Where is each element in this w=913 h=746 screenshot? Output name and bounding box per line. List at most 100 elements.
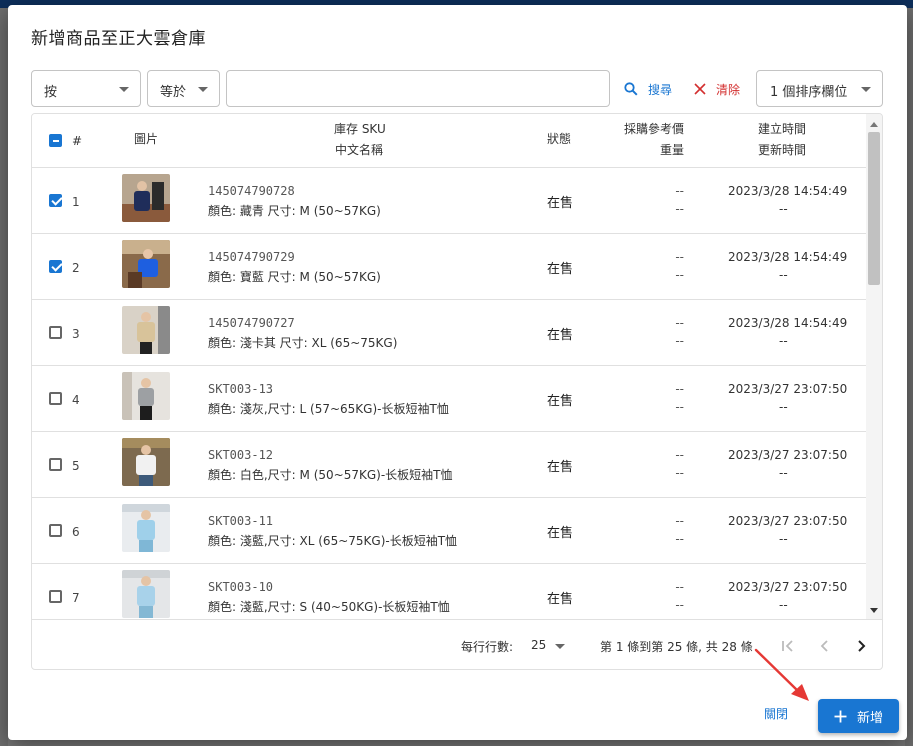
row-updated: -- [779, 268, 788, 282]
row-name: 顏色: 白色,尺寸: M (50~57KG)-长板短袖T恤 [208, 468, 453, 482]
close-button[interactable]: 關閉 [764, 705, 788, 722]
clear-button-label: 清除 [716, 82, 741, 97]
row-checkbox[interactable] [49, 260, 62, 273]
filter-column-value: 按 [44, 85, 58, 100]
row-number: 7 [72, 591, 80, 605]
plus-icon [834, 710, 847, 722]
chevron-down-icon [198, 87, 208, 92]
row-updated: -- [779, 466, 788, 480]
row-price: -- [675, 184, 684, 198]
chevron-right-icon [858, 640, 866, 652]
product-image [122, 174, 170, 222]
product-image [122, 570, 170, 618]
row-weight: -- [675, 400, 684, 414]
row-weight: -- [675, 268, 684, 282]
annotation-arrow-icon [754, 648, 809, 701]
select-all-checkbox[interactable] [49, 134, 62, 147]
table-row[interactable]: 3 145074790727 顏色: 淺卡其 尺寸: XL (65~75KG) … [32, 300, 866, 366]
row-checkbox[interactable] [49, 524, 62, 537]
row-sku: SKT003-13 [208, 382, 274, 396]
product-table-card: # 圖片 庫存 SKU 中文名稱 狀態 採購參考價 重量 建立時間 更新時間 1… [31, 113, 883, 670]
row-name: 顏色: 淺藍,尺寸: S (40~50KG)-长板短袖T恤 [208, 600, 450, 614]
row-number: 4 [72, 393, 80, 407]
row-name: 顏色: 淺灰,尺寸: L (57~65KG)-长板短袖T恤 [208, 402, 449, 416]
row-updated: -- [779, 400, 788, 414]
row-sku: SKT003-12 [208, 448, 274, 462]
row-number: 6 [72, 525, 80, 539]
search-button-label: 搜尋 [648, 82, 673, 97]
header-price[interactable]: 採購參考價 [624, 119, 684, 140]
product-image [122, 372, 170, 420]
add-button[interactable]: 新增 [818, 699, 899, 733]
product-image [122, 504, 170, 552]
header-name[interactable]: 中文名稱 [335, 140, 383, 161]
header-image: 圖片 [134, 132, 159, 146]
row-weight: -- [675, 598, 684, 612]
row-price: -- [675, 250, 684, 264]
row-sku: SKT003-11 [208, 514, 274, 528]
table-row[interactable]: 6 SKT003-11 顏色: 淺藍,尺寸: XL (65~75KG)-长板短袖… [32, 498, 866, 564]
row-status: 在售 [547, 328, 574, 343]
background-app-left-edge [0, 8, 8, 746]
add-product-dialog: 新增商品至正大雲倉庫 按 等於 搜尋 清除 1 個排序欄位 # 圖片 庫存 SK… [8, 5, 907, 740]
filter-column-select[interactable]: 按 [31, 70, 141, 107]
row-number: 3 [72, 327, 80, 341]
table-scrollbar[interactable] [866, 114, 882, 619]
scroll-down-icon[interactable] [870, 608, 878, 613]
row-price: -- [675, 316, 684, 330]
next-page-button[interactable] [849, 634, 873, 658]
table-row[interactable]: 1 145074790728 顏色: 藏青 尺寸: M (50~57KG) 在售… [32, 168, 866, 234]
row-sku: SKT003-10 [208, 580, 274, 594]
row-checkbox[interactable] [49, 326, 62, 339]
filter-operator-select[interactable]: 等於 [147, 70, 220, 107]
row-updated: -- [779, 598, 788, 612]
row-status: 在售 [547, 262, 574, 277]
scrollbar-thumb[interactable] [868, 132, 880, 285]
table-row[interactable]: 7 SKT003-10 顏色: 淺藍,尺寸: S (40~50KG)-长板短袖T… [32, 564, 866, 619]
row-created: 2023/3/27 23:07:50 [728, 448, 848, 462]
rows-per-page-select[interactable]: 25 [531, 638, 546, 652]
row-created: 2023/3/28 14:54:49 [728, 316, 848, 330]
chevron-left-icon [820, 640, 828, 652]
header-index: # [72, 134, 83, 148]
row-status: 在售 [547, 196, 574, 211]
row-price: -- [675, 382, 684, 396]
filter-value-input[interactable] [226, 70, 610, 107]
header-sku[interactable]: 庫存 SKU [334, 119, 386, 140]
product-image [122, 438, 170, 486]
header-updated[interactable]: 更新時間 [758, 140, 806, 161]
header-created[interactable]: 建立時間 [758, 119, 806, 140]
row-created: 2023/3/27 23:07:50 [728, 580, 848, 594]
row-name: 顏色: 淺藍,尺寸: XL (65~75KG)-长板短袖T恤 [208, 534, 458, 548]
table-row[interactable]: 2 145074790729 顏色: 寶藍 尺寸: M (50~57KG) 在售… [32, 234, 866, 300]
row-checkbox[interactable] [49, 590, 62, 603]
table-row[interactable]: 5 SKT003-12 顏色: 白色,尺寸: M (50~57KG)-长板短袖T… [32, 432, 866, 498]
row-name: 顏色: 寶藍 尺寸: M (50~57KG) [208, 270, 381, 284]
pagination-range: 第 1 條到第 25 條, 共 28 條 [600, 640, 753, 654]
row-checkbox[interactable] [49, 458, 62, 471]
row-sku: 145074790727 [208, 316, 295, 330]
clear-button[interactable]: 清除 [694, 79, 740, 99]
close-icon [694, 83, 706, 95]
row-created: 2023/3/28 14:54:49 [728, 184, 848, 198]
table-row[interactable]: 4 SKT003-13 顏色: 淺灰,尺寸: L (57~65KG)-长板短袖T… [32, 366, 866, 432]
scroll-up-icon[interactable] [870, 122, 878, 127]
rows-per-page-label: 每行行數: [461, 640, 514, 654]
chevron-down-icon[interactable] [555, 644, 565, 649]
header-status[interactable]: 狀態 [547, 129, 571, 150]
header-weight[interactable]: 重量 [660, 140, 684, 161]
product-image [122, 240, 170, 288]
sort-fields-select[interactable]: 1 個排序欄位 [756, 70, 883, 107]
row-checkbox[interactable] [49, 392, 62, 405]
search-button[interactable]: 搜尋 [624, 79, 672, 99]
row-status: 在售 [547, 394, 574, 409]
chevron-down-icon [119, 87, 129, 92]
search-icon [624, 82, 638, 96]
row-weight: -- [675, 532, 684, 546]
row-sku: 145074790729 [208, 250, 295, 264]
previous-page-button[interactable] [813, 634, 837, 658]
chevron-down-icon [861, 87, 871, 92]
product-image [122, 306, 170, 354]
row-updated: -- [779, 532, 788, 546]
row-checkbox[interactable] [49, 194, 62, 207]
